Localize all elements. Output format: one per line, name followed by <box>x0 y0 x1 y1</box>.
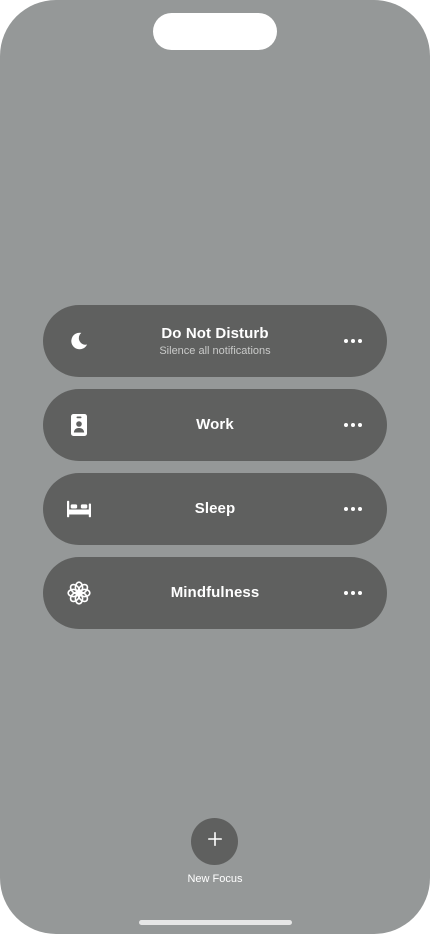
dot-icon <box>351 339 355 343</box>
more-options-button[interactable] <box>337 413 369 437</box>
new-focus-label[interactable]: New Focus <box>165 873 265 885</box>
moon-icon <box>67 329 91 353</box>
dot-icon <box>358 339 362 343</box>
dot-icon <box>351 423 355 427</box>
dynamic-island <box>153 13 277 50</box>
focus-work[interactable]: Work <box>43 389 387 461</box>
focus-title: Sleep <box>194 500 236 517</box>
dot-icon <box>344 339 348 343</box>
dot-icon <box>344 591 348 595</box>
home-indicator[interactable] <box>139 920 292 925</box>
dot-icon <box>358 423 362 427</box>
focus-list: Do Not Disturb Silence all notifications… <box>43 305 387 641</box>
dot-icon <box>344 423 348 427</box>
phone-screen: Do Not Disturb Silence all notifications… <box>0 0 430 934</box>
focus-mindfulness[interactable]: Mindfulness <box>43 557 387 629</box>
new-focus-button[interactable] <box>191 818 238 865</box>
focus-title: Mindfulness <box>170 584 260 601</box>
focus-sleep[interactable]: Sleep <box>43 473 387 545</box>
more-options-button[interactable] <box>337 581 369 605</box>
dot-icon <box>358 591 362 595</box>
dot-icon <box>351 591 355 595</box>
dot-icon <box>358 507 362 511</box>
plus-icon <box>207 832 222 851</box>
focus-do-not-disturb[interactable]: Do Not Disturb Silence all notifications <box>43 305 387 377</box>
dot-icon <box>351 507 355 511</box>
more-options-button[interactable] <box>337 329 369 353</box>
focus-subtitle: Silence all notifications <box>159 344 271 357</box>
flower-icon <box>67 581 91 605</box>
dot-icon <box>344 507 348 511</box>
focus-title: Work <box>196 416 234 433</box>
bed-icon <box>67 497 91 521</box>
more-options-button[interactable] <box>337 497 369 521</box>
focus-title: Do Not Disturb <box>161 324 269 342</box>
id-badge-icon <box>67 413 91 437</box>
